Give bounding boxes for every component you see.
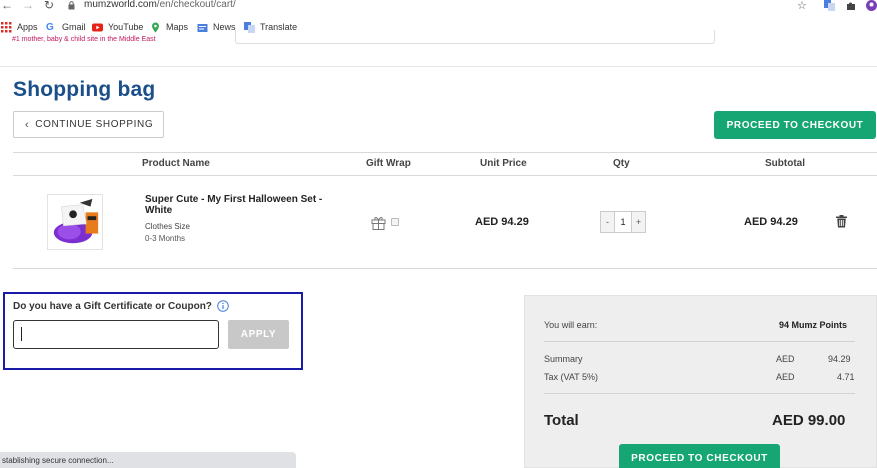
trash-icon[interactable]: [836, 215, 847, 228]
col-header-gift-wrap: Gift Wrap: [366, 158, 411, 169]
chevron-left-icon: ‹: [25, 118, 30, 131]
product-size-value: 0-3 Months: [145, 234, 186, 243]
tax-label: Tax (VAT 5%): [544, 372, 599, 382]
coupon-question: Do you have a Gift Certificate or Coupon…: [13, 300, 229, 312]
header-divider: [0, 66, 877, 67]
lock-icon: [68, 1, 75, 10]
earn-label: You will earn:: [544, 320, 598, 330]
bookmark-gmail[interactable]: G Gmail: [46, 21, 86, 33]
product-size-label: Clothes Size: [145, 222, 190, 231]
total-divider: [544, 393, 855, 394]
unit-price: AED 94.29: [475, 216, 529, 228]
col-header-product-name: Product Name: [142, 158, 210, 169]
url-host: mumzworld.com: [84, 0, 157, 10]
apply-coupon-button[interactable]: APPLY: [228, 320, 289, 349]
google-g-icon: G: [46, 21, 54, 33]
forward-arrow-icon[interactable]: →: [22, 0, 34, 12]
bookmark-youtube[interactable]: YouTube: [92, 21, 143, 33]
bookmark-star-icon[interactable]: ☆: [797, 0, 807, 13]
product-image[interactable]: [47, 194, 103, 250]
text-cursor: [21, 327, 22, 341]
continue-shopping-button[interactable]: ‹ CONTINUE SHOPPING: [13, 111, 164, 138]
col-header-unit-price: Unit Price: [480, 158, 527, 169]
gift-icon: [371, 217, 386, 230]
site-tagline: #1 mother, baby & child site in the Midd…: [12, 36, 156, 43]
bookmark-label: Gmail: [62, 22, 86, 32]
maps-pin-icon: [152, 22, 159, 32]
line-subtotal: AED 94.29: [744, 216, 798, 228]
col-header-qty: Qty: [613, 158, 630, 169]
earn-points-value: 94 Mumz Points: [779, 320, 848, 330]
puzzle-extension-icon[interactable]: [846, 0, 857, 11]
bookmark-label: News: [213, 22, 236, 32]
youtube-icon: [92, 23, 103, 31]
page-title: Shopping bag: [13, 78, 156, 101]
table-bottom-divider: [13, 268, 877, 269]
reload-icon[interactable]: ↻: [44, 0, 54, 12]
news-icon: [197, 23, 208, 32]
tax-currency: AED: [776, 372, 795, 382]
bookmark-label: Maps: [166, 22, 189, 32]
table-top-divider: [13, 152, 877, 153]
qty-value[interactable]: 1: [614, 212, 632, 232]
quantity-stepper[interactable]: - 1 +: [600, 211, 646, 233]
translate-extension-icon[interactable]: [824, 0, 835, 11]
tax-value: 4.71: [837, 372, 855, 382]
continue-shopping-label: CONTINUE SHOPPING: [35, 119, 154, 130]
summary-label: Summary: [544, 354, 583, 364]
qty-decrease-button[interactable]: -: [601, 212, 614, 232]
summary-value: 94.29: [828, 354, 851, 364]
summary-currency: AED: [776, 354, 795, 364]
profile-avatar-icon[interactable]: [866, 0, 877, 11]
proceed-to-checkout-button-bottom[interactable]: PROCEED TO CHECKOUT: [619, 444, 780, 468]
qty-increase-button[interactable]: +: [632, 212, 645, 232]
browser-status-bar: stablishing secure connection...: [0, 452, 296, 468]
bookmark-maps[interactable]: Maps: [150, 21, 188, 33]
coupon-code-input[interactable]: [13, 320, 219, 349]
address-field[interactable]: mumzworld.com/en/checkout/cart/: [84, 0, 236, 11]
summary-divider: [544, 341, 855, 342]
total-label: Total: [544, 412, 579, 429]
info-icon[interactable]: [217, 300, 229, 312]
bookmark-news[interactable]: News: [197, 21, 236, 33]
col-header-subtotal: Subtotal: [765, 158, 805, 169]
gift-wrap-checkbox[interactable]: [391, 218, 399, 226]
url-path: /en/checkout/cart/: [156, 0, 236, 10]
table-header-divider: [13, 175, 877, 176]
bookmark-label: Apps: [17, 22, 38, 32]
total-value: AED 99.00: [772, 412, 846, 429]
bookmark-apps[interactable]: Apps: [1, 21, 38, 33]
proceed-to-checkout-button-top[interactable]: PROCEED TO CHECKOUT: [714, 111, 876, 139]
site-search-bar[interactable]: [235, 30, 715, 44]
apps-grid-icon: [1, 21, 12, 32]
back-arrow-icon[interactable]: ←: [1, 0, 13, 12]
bookmark-label: YouTube: [108, 22, 144, 32]
coupon-question-text: Do you have a Gift Certificate or Coupon…: [13, 300, 212, 312]
product-name[interactable]: Super Cute - My First Halloween Set - Wh…: [145, 194, 340, 216]
browser-url-bar: ← → ↻ mumzworld.com/en/checkout/cart/ ☆: [0, 0, 877, 14]
